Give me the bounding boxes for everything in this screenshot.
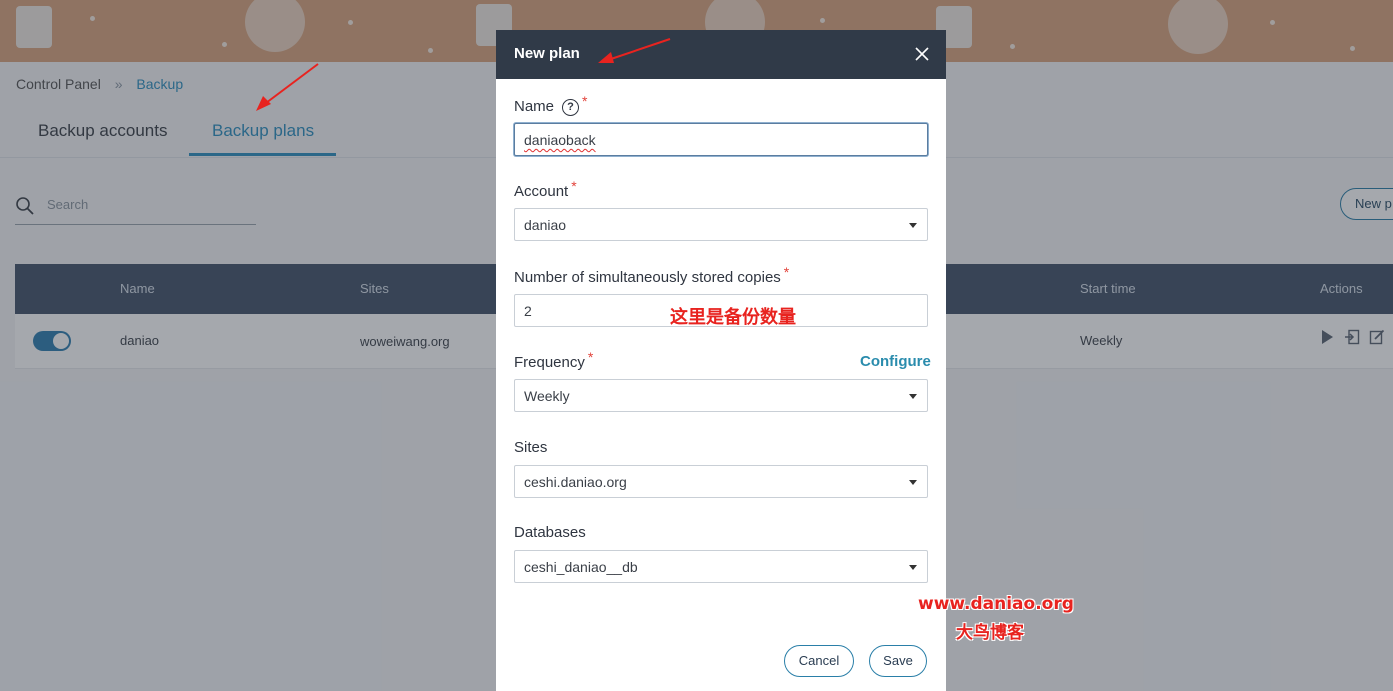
name-field-value: daniaoback	[524, 132, 596, 148]
close-icon[interactable]	[912, 44, 932, 64]
watermark-url: www.daniao.org	[918, 594, 1074, 614]
sites-label: Sites	[514, 439, 547, 456]
new-plan-dialog: New plan Name? * daniaoback Account * dani…	[496, 30, 946, 691]
databases-label: Databases	[514, 524, 586, 541]
name-label: Name? *	[514, 93, 587, 116]
annotation-copies-note: 这里是备份数量	[670, 307, 796, 328]
databases-label-text: Databases	[514, 524, 586, 541]
watermark-name: 大鸟博客	[956, 623, 1024, 643]
required-mark: *	[587, 349, 594, 365]
account-label-text: Account	[514, 183, 569, 200]
frequency-label-text: Frequency	[514, 354, 585, 371]
required-mark: *	[783, 264, 790, 280]
copies-field-value: 2	[524, 303, 532, 319]
databases-select-value: ceshi_daniao__db	[524, 559, 638, 575]
dialog-title: New plan	[514, 45, 580, 62]
chevron-down-icon	[909, 394, 917, 399]
copies-label: Number of simultaneously stored copies *	[514, 264, 789, 286]
databases-select[interactable]: ceshi_daniao__db	[514, 550, 928, 583]
frequency-select[interactable]: Weekly	[514, 379, 928, 412]
required-mark: *	[582, 93, 588, 109]
name-label-text: Name	[514, 98, 555, 115]
account-select-value: daniao	[524, 217, 567, 233]
sites-select-value: ceshi.daniao.org	[524, 474, 627, 490]
configure-link[interactable]: Configure	[860, 353, 931, 370]
sites-select[interactable]: ceshi.daniao.org	[514, 465, 928, 498]
chevron-down-icon	[909, 223, 917, 228]
required-mark: *	[571, 178, 577, 194]
account-label: Account *	[514, 178, 577, 200]
account-select[interactable]: daniao	[514, 208, 928, 241]
help-icon[interactable]: ?	[562, 99, 580, 116]
cancel-button[interactable]: Cancel	[784, 645, 854, 677]
chevron-down-icon	[909, 480, 917, 485]
frequency-label: Frequency *	[514, 349, 593, 371]
chevron-down-icon	[909, 565, 917, 570]
sites-label-text: Sites	[514, 439, 548, 456]
name-field[interactable]: daniaoback	[514, 123, 928, 156]
save-button[interactable]: Save	[869, 645, 927, 677]
dialog-header: New plan	[496, 30, 946, 79]
frequency-select-value: Weekly	[524, 388, 570, 404]
copies-label-text: Number of simultaneously stored copies	[514, 269, 781, 286]
